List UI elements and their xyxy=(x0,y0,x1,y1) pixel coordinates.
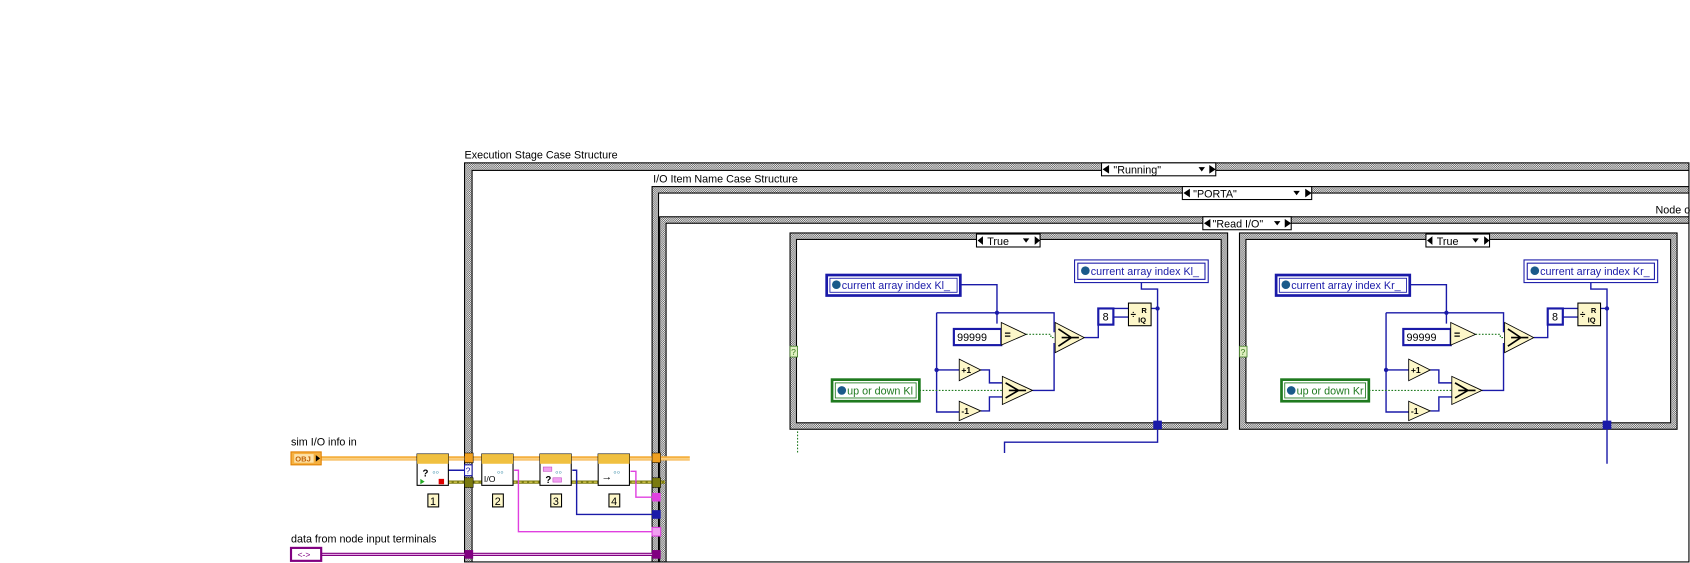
svg-text:÷: ÷ xyxy=(1580,310,1586,321)
selector-value: True xyxy=(987,236,1009,248)
subvi-3[interactable]: ? ◦◦ xyxy=(539,453,572,486)
output-tunnel xyxy=(1153,420,1162,430)
selector-value: "Read I/O" xyxy=(1213,219,1264,231)
selector-value: "PORTA" xyxy=(1193,188,1237,200)
constant-99999[interactable]: 99999 xyxy=(952,327,1003,347)
numeric-tunnel xyxy=(652,510,661,519)
object-tunnel xyxy=(651,452,661,463)
block-diagram: Execution Stage Case Structure "Running"… xyxy=(289,150,1690,563)
quotient-remainder-function[interactable]: ÷ R IQ xyxy=(1577,302,1602,327)
global-write-current-array-index-kr[interactable]: current array index Kr_ xyxy=(1523,259,1659,284)
svg-text:99999: 99999 xyxy=(957,332,987,344)
svg-text:I/O: I/O xyxy=(484,474,496,484)
svg-text:OBJ: OBJ xyxy=(295,455,310,464)
constant-8[interactable]: 8 xyxy=(1097,307,1115,326)
case-selector-terminal: ? xyxy=(789,345,798,358)
globe-icon xyxy=(1286,386,1296,395)
svg-text:current array index Kr_: current array index Kr_ xyxy=(1540,266,1650,278)
svg-text:=: = xyxy=(1454,330,1460,342)
svg-text:÷: ÷ xyxy=(1131,310,1137,321)
svg-text:4: 4 xyxy=(611,496,617,508)
global-read-current-array-index-kl[interactable]: current array index Kl_ xyxy=(825,273,962,297)
case-selector-true[interactable]: True xyxy=(1425,233,1491,248)
variant-tunnel xyxy=(464,550,474,559)
string-tunnel xyxy=(652,492,661,502)
node-label: Node o xyxy=(1656,205,1690,217)
quotient-remainder-function[interactable]: ÷ R IQ xyxy=(1127,302,1152,327)
svg-text:up or down Kr: up or down Kr xyxy=(1297,386,1364,398)
sim-io-info-in-label: sim I/O info in xyxy=(291,436,357,448)
glasses-icon: ◦◦ xyxy=(613,468,620,479)
svg-text:3: 3 xyxy=(553,496,559,508)
svg-text:R: R xyxy=(1141,306,1147,315)
svg-text:IQ: IQ xyxy=(1138,315,1146,324)
svg-text:current array index Kl_: current array index Kl_ xyxy=(1091,266,1200,278)
selector-value: "Running" xyxy=(1113,165,1161,177)
svg-text:2: 2 xyxy=(495,496,501,508)
subvi-1[interactable]: ? ◦◦ xyxy=(416,453,449,486)
svg-text:99999: 99999 xyxy=(1407,332,1437,344)
svg-text:=: = xyxy=(1005,330,1011,342)
svg-text:?: ? xyxy=(1241,347,1246,357)
string-tunnel xyxy=(651,526,662,537)
subvi-2[interactable]: I/O ◦◦ xyxy=(481,453,514,486)
case-selector-read-io[interactable]: "Read I/O" xyxy=(1202,216,1292,231)
output-tunnel xyxy=(1602,420,1612,430)
svg-text:IQ: IQ xyxy=(1588,315,1596,324)
svg-text:8: 8 xyxy=(1103,311,1109,323)
true-case-kl[interactable]: True ? current array index Kl_ current a… xyxy=(789,232,1229,453)
globe-icon xyxy=(1081,266,1090,276)
execution-stage-label: Execution Stage Case Structure xyxy=(465,150,618,162)
svg-text:<->: <-> xyxy=(297,550,310,560)
node-input-label: data from node input terminals xyxy=(291,534,436,546)
svg-text:-1: -1 xyxy=(1411,406,1419,416)
subvi-4[interactable]: → ◦◦ xyxy=(597,453,630,486)
globe-icon xyxy=(832,280,841,290)
true-case-kr[interactable]: True ? current array index Kr_ current a… xyxy=(1238,232,1678,464)
glasses-icon: ◦◦ xyxy=(555,468,562,479)
svg-text:?: ? xyxy=(545,475,551,486)
svg-text:?: ? xyxy=(466,465,471,475)
global-up-or-down-kl[interactable]: up or down Kl xyxy=(830,378,921,403)
svg-text:R: R xyxy=(1591,306,1597,315)
variant-tunnel xyxy=(652,550,661,559)
svg-text:current array index Kl_: current array index Kl_ xyxy=(842,280,951,292)
global-up-or-down-kr[interactable]: up or down Kr xyxy=(1280,378,1371,403)
svg-text:8: 8 xyxy=(1552,311,1558,323)
case-selector-porta[interactable]: "PORTA" xyxy=(1181,186,1313,201)
svg-text:?: ? xyxy=(423,469,429,480)
global-read-current-array-index-kr[interactable]: current array index Kr_ xyxy=(1274,273,1412,297)
cluster-tunnel xyxy=(651,477,661,488)
node-input-terminal[interactable]: <-> xyxy=(289,546,323,562)
object-tunnel xyxy=(464,452,474,463)
sim-io-info-in-terminal[interactable]: OBJ xyxy=(290,451,322,466)
global-write-current-array-index-kl[interactable]: current array index Kl_ xyxy=(1074,259,1209,284)
io-item-name-label: I/O Item Name Case Structure xyxy=(653,173,798,185)
globe-icon xyxy=(1530,266,1540,276)
cluster-tunnel xyxy=(464,477,474,488)
svg-text:1: 1 xyxy=(430,496,436,508)
case-selector-running[interactable]: "Running" xyxy=(1100,162,1217,177)
constant-8[interactable]: 8 xyxy=(1546,307,1564,326)
selector-value: True xyxy=(1437,236,1459,248)
svg-text:+1: +1 xyxy=(1411,365,1421,375)
svg-text:current array index Kr_: current array index Kr_ xyxy=(1291,280,1401,292)
globe-icon xyxy=(1281,280,1291,290)
glasses-icon: ◦◦ xyxy=(497,468,504,479)
svg-text:up or down Kl: up or down Kl xyxy=(847,386,913,398)
constant-99999[interactable]: 99999 xyxy=(1402,327,1452,347)
svg-text:+1: +1 xyxy=(961,365,971,375)
svg-text:?: ? xyxy=(791,347,796,357)
svg-text:-1: -1 xyxy=(961,406,969,416)
globe-icon xyxy=(837,386,847,395)
case-selector-true[interactable]: True xyxy=(975,233,1041,248)
case-selector-terminal: ? xyxy=(1239,345,1248,358)
svg-text:→: → xyxy=(601,471,612,483)
glasses-icon: ◦◦ xyxy=(432,468,439,479)
